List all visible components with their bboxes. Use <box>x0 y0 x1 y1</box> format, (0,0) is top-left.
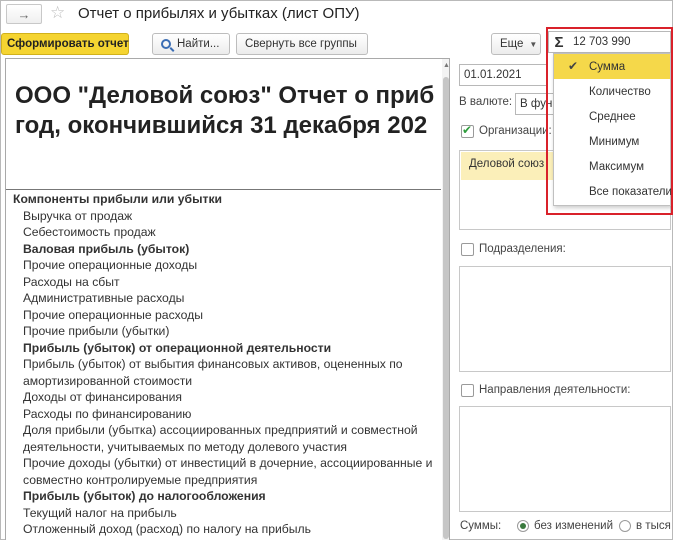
find-button[interactable]: Найти... <box>152 33 230 55</box>
directions-label: Направления деятельности: <box>479 384 631 396</box>
report-divider <box>6 189 441 190</box>
organizations-label: Организации: <box>479 125 552 137</box>
report-row[interactable]: Прочие операционные расходы <box>6 307 439 324</box>
divisions-list[interactable] <box>459 266 671 372</box>
directions-checkbox[interactable] <box>461 384 474 397</box>
sum-option-label: Минимум <box>589 135 640 148</box>
report-row[interactable]: Доля прибыли (убытка) ассоциированных пр… <box>6 422 439 455</box>
report-row[interactable]: Расходы по финансированию <box>6 406 439 423</box>
checkmark-icon: ✔ <box>568 59 579 73</box>
sum-option-label: Максимум <box>589 160 645 173</box>
chevron-down-icon: ▼ <box>529 39 538 49</box>
organizations-checkbox[interactable] <box>461 123 474 138</box>
sum-option-label: Среднее <box>589 110 636 123</box>
sum-mode-dropdown: ✔ Сумма Количество Среднее Минимум Макси… <box>553 53 672 206</box>
report-row[interactable]: Административные расходы <box>6 290 439 307</box>
sum-option-minimum[interactable]: Минимум <box>554 129 670 154</box>
divisions-checkbox[interactable] <box>461 243 474 256</box>
report-title-line-2: год, окончившийся 31 декабря 202 <box>15 112 428 139</box>
generate-report-button[interactable]: Сформировать отчет <box>1 33 129 55</box>
sums-thousands-radio[interactable] <box>619 520 631 532</box>
sum-option-average[interactable]: Среднее <box>554 104 670 129</box>
arrow-right-icon: → <box>17 6 31 22</box>
report-row[interactable]: Прочие доходы (убытки) от инвестиций в д… <box>6 455 439 488</box>
report-row[interactable]: Доходы от финансирования <box>6 389 439 406</box>
report-rows: Компоненты прибыли или убытки Выручка от… <box>6 191 439 538</box>
directions-list[interactable] <box>459 406 671 512</box>
report-row-header[interactable]: Компоненты прибыли или убытки <box>6 191 439 208</box>
report-title: ООО "Деловой союз" Отчет о приб год, око… <box>15 81 434 141</box>
sum-option-all[interactable]: Все показатели <box>554 179 672 204</box>
sum-option-label: Все показатели <box>589 185 672 198</box>
collapse-all-groups-button[interactable]: Свернуть все группы <box>236 33 368 55</box>
favorite-star-icon[interactable]: ☆ <box>50 3 65 23</box>
report-row[interactable]: Прочие операционные доходы <box>6 257 439 274</box>
window-title: Отчет о прибылях и убытках (лист ОПУ) <box>78 5 360 22</box>
sums-unchanged-label: без изменений <box>534 520 614 532</box>
report-row[interactable]: Прибыль (убыток) до налогообложения <box>6 488 439 505</box>
report-row[interactable]: Прочие прибыли (убытки) <box>6 323 439 340</box>
forward-button[interactable]: → <box>6 4 42 24</box>
sum-option-label: Сумма <box>589 60 626 73</box>
divisions-label: Подразделения: <box>479 243 566 255</box>
sum-indicator-field[interactable]: Σ 12 703 990 <box>548 31 671 53</box>
report-row[interactable]: Текущий налог на прибыль <box>6 505 439 522</box>
report-row[interactable]: Себестоимость продаж <box>6 224 439 241</box>
currency-field[interactable]: В функ <box>515 93 555 115</box>
more-button[interactable]: Еще ▼ <box>491 33 541 55</box>
report-row[interactable]: Выручка от продаж <box>6 208 439 225</box>
report-row[interactable]: Отложенный доход (расход) по налогу на п… <box>6 521 439 538</box>
report-row[interactable]: Прибыль (убыток) от выбытия финансовых а… <box>6 356 439 389</box>
sum-value: 12 703 990 <box>573 36 631 48</box>
sum-option-maximum[interactable]: Максимум <box>554 154 670 179</box>
find-label: Найти... <box>177 38 220 50</box>
sum-option-sum[interactable]: ✔ Сумма <box>554 54 670 79</box>
sums-unchanged-radio[interactable] <box>517 520 529 532</box>
scroll-up-arrow-icon[interactable]: ▲ <box>443 62 449 70</box>
sum-option-count[interactable]: Количество <box>554 79 670 104</box>
report-row[interactable]: Прибыль (убыток) от операционной деятель… <box>6 340 439 357</box>
sigma-icon: Σ <box>554 33 564 51</box>
currency-label: В валюте: <box>459 96 513 108</box>
more-label: Еще <box>500 38 524 50</box>
report-row[interactable]: Валовая прибыль (убыток) <box>6 241 439 258</box>
date-field[interactable]: 01.01.2021 <box>459 64 547 86</box>
report-title-line-1: ООО "Деловой союз" Отчет о приб <box>15 82 435 109</box>
report-area[interactable]: ООО "Деловой союз" Отчет о приб год, око… <box>5 58 450 540</box>
sums-thousands-label: в тыся <box>636 520 671 532</box>
report-scrollbar-thumb[interactable] <box>443 77 449 539</box>
report-row[interactable]: Расходы на сбыт <box>6 274 439 291</box>
search-icon <box>161 39 171 49</box>
sums-label: Суммы: <box>460 520 502 532</box>
window-header: → ☆ Отчет о прибылях и убытках (лист ОПУ… <box>0 0 673 30</box>
sum-option-label: Количество <box>589 85 651 98</box>
